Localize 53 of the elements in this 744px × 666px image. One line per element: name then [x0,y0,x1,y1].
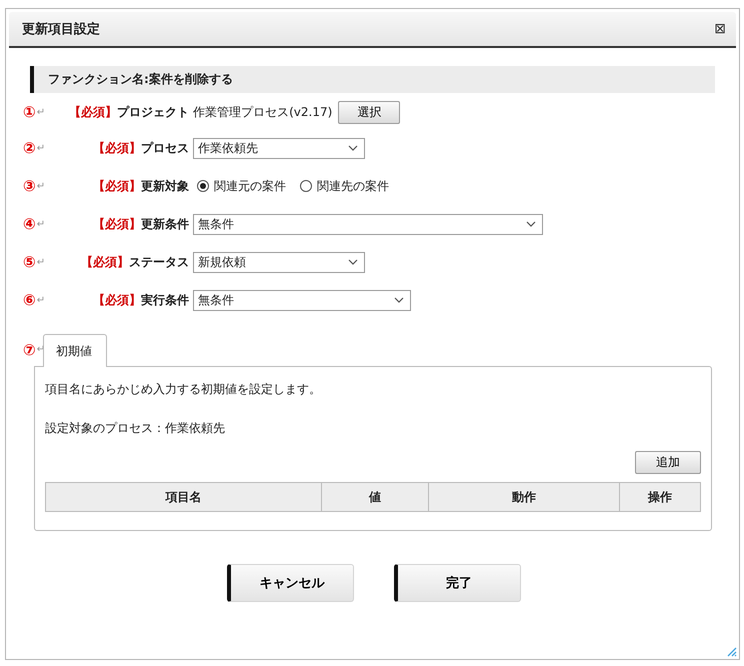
chevron-down-icon [348,259,358,265]
dropdown[interactable]: 新規依頼 [193,252,366,272]
required-label: 【必須】 [93,140,142,156]
dialog-button[interactable]: キャンセル [227,564,354,602]
column-header: 操作 [620,482,700,512]
radio-button[interactable] [300,180,312,192]
required-label: 【必須】 [93,292,142,308]
chevron-down-icon [394,297,404,303]
field-label: 更新対象 [141,178,190,194]
field-label: ステータス [129,254,190,270]
required-label: 【必須】 [69,104,118,120]
return-mark: ↵ [36,256,46,268]
field-label: プロジェクト [117,104,190,120]
resize-grip-icon[interactable] [725,645,737,657]
column-header: 動作 [428,482,620,512]
radio-button[interactable] [197,180,210,192]
field-label: 更新条件 [141,216,190,232]
section-title: ファンクション名:案件を削除する [48,71,233,88]
step-number: ⑥ [23,291,36,309]
radio-label[interactable]: 関連先の案件 [317,178,390,194]
description-text: 項目名にあらかじめ入力する初期値を設定します。 [45,381,322,398]
return-mark: ↵ [36,142,46,154]
step-number: ② [23,139,36,157]
field-label: プロセス [141,140,190,156]
select-button[interactable]: 選択 [338,100,400,124]
dropdown[interactable]: 作業依頼先 [193,138,366,158]
required-label: 【必須】 [93,216,142,232]
return-mark: ↵ [36,180,46,192]
column-header: 値 [322,482,428,512]
dropdown[interactable]: 無条件 [193,290,412,310]
step-number: ⑦ [23,340,36,358]
step-number: ⑤ [23,253,36,271]
chevron-down-icon [348,145,358,151]
project-name: 作業管理プロセス(v2.17) [193,104,332,120]
chevron-down-icon [526,221,536,227]
process-text: 設定対象のプロセス：作業依頼先 [45,420,226,437]
return-mark: ↵ [36,294,46,306]
return-mark: ↵ [36,218,46,230]
step-number: ③ [23,177,36,195]
add-button[interactable]: 追加 [635,451,701,474]
dialog-button[interactable]: 完了 [394,564,521,602]
required-label: 【必須】 [81,254,130,270]
close-button[interactable]: ⊠ [714,21,726,37]
dropdown[interactable]: 無条件 [193,214,544,234]
column-header: 項目名 [46,482,322,512]
tab[interactable]: 初期値 [43,334,108,367]
radio-label[interactable]: 関連元の案件 [214,178,286,194]
field-label: 実行条件 [141,292,190,308]
window-title: 更新項目設定 [22,20,100,38]
return-mark: ↵ [36,106,46,118]
step-number: ① [23,103,36,121]
required-label: 【必須】 [93,178,142,194]
step-number: ④ [23,215,36,233]
